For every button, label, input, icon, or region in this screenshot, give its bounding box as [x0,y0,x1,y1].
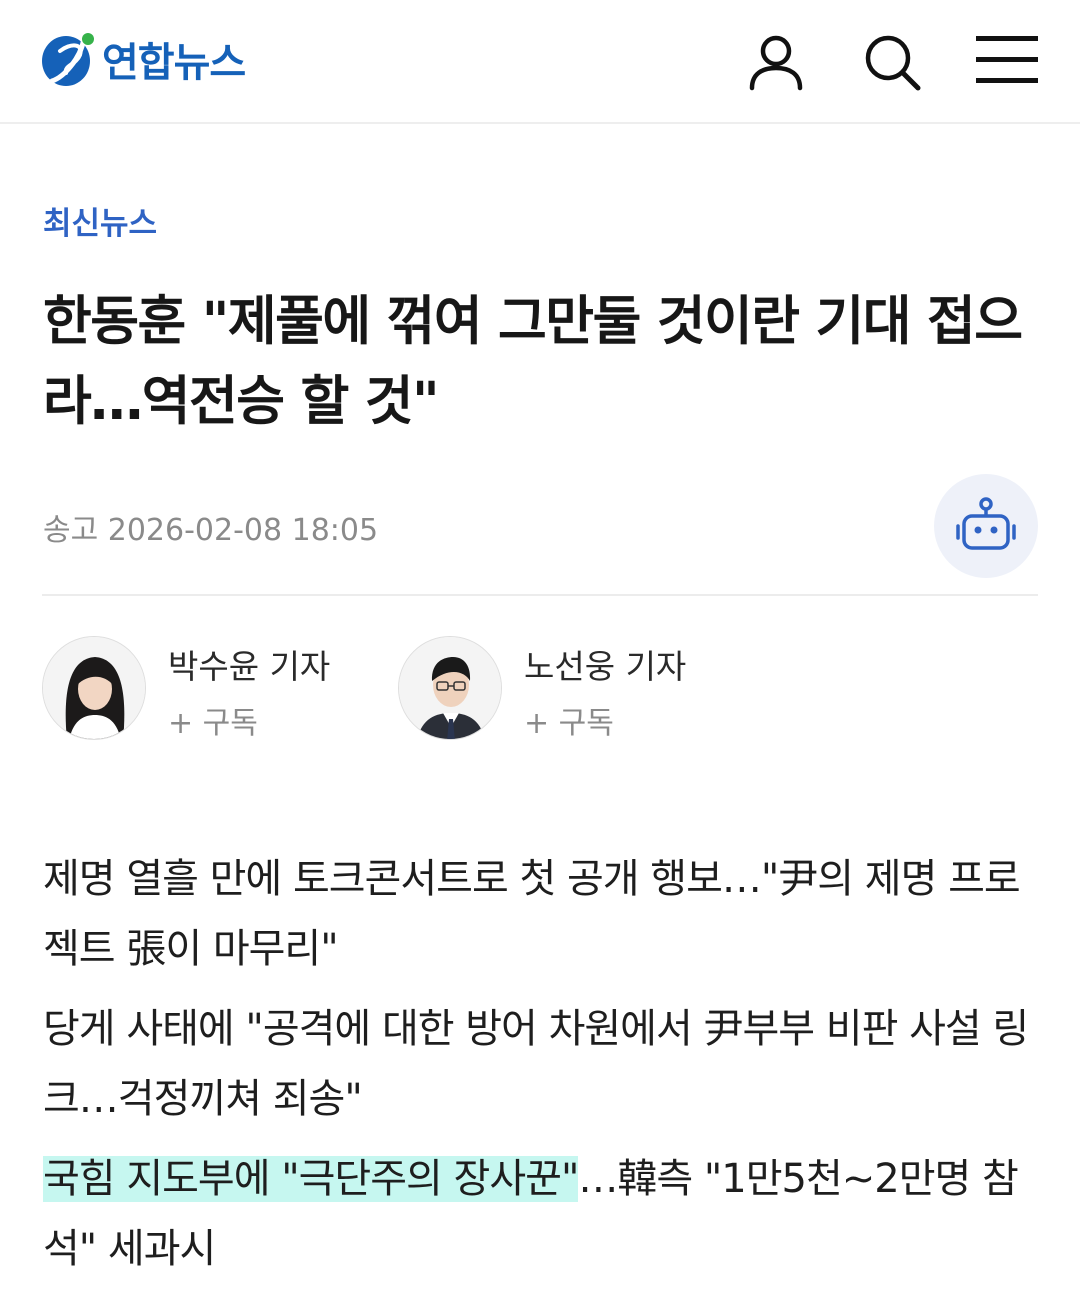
top-header: 연합뉴스 [0,0,1080,124]
logo-text: 연합뉴스 [102,40,246,86]
summary-text: 제명 열흘 만에 토크콘서트로 첫 공개 행보…"尹의 제명 프로젝트 張이 마… [43,856,1021,972]
reporter-avatar[interactable] [42,636,146,740]
search-icon[interactable] [860,30,924,94]
robot-icon [956,497,1016,550]
reporter-avatar[interactable] [398,636,502,740]
summary-item[interactable]: 국힘 지도부에 "극단주의 장사꾼"…韓측 "1만5천~2만명 참석" 세과시 [43,1144,1043,1284]
menu-icon[interactable] [974,30,1038,94]
summary-text: 당게 사태에 "공격에 대한 방어 차원에서 尹부부 비판 사설 링크…걱정끼쳐… [43,1006,1029,1122]
reporter-name: 박수윤 기자 [168,647,331,686]
divider [42,594,1038,596]
article-title: 한동훈 "제풀에 꺾여 그만둘 것이란 기대 접으라…역전승 할 것" [43,291,1023,432]
yonhap-logo[interactable]: 연합뉴스 [40,27,246,91]
summary-list: 제명 열흘 만에 토크콘서트로 첫 공개 행보…"尹의 제명 프로젝트 張이 마… [43,844,1043,1294]
subscribe-button[interactable]: + 구독 [524,698,614,742]
user-icon[interactable] [744,30,808,94]
yonhap-logo-mark [40,29,96,89]
highlighted-text: 국힘 지도부에 "극단주의 장사꾼" [43,1156,579,1202]
category-label[interactable]: 최신뉴스 [43,198,157,243]
publish-date: 송고 2026-02-08 18:05 [43,513,379,548]
reporter-card[interactable]: 노선웅 기자 + 구독 [398,634,728,744]
summary-item[interactable]: 제명 열흘 만에 토크콘서트로 첫 공개 행보…"尹의 제명 프로젝트 張이 마… [43,844,1043,984]
summary-item[interactable]: 당게 사태에 "공격에 대한 방어 차원에서 尹부부 비판 사설 링크…걱정끼쳐… [43,994,1043,1134]
subscribe-button[interactable]: + 구독 [168,698,258,742]
reporter-name: 노선웅 기자 [524,647,687,686]
reporter-card[interactable]: 박수윤 기자 + 구독 [42,634,372,744]
ai-summary-button[interactable] [934,474,1038,578]
